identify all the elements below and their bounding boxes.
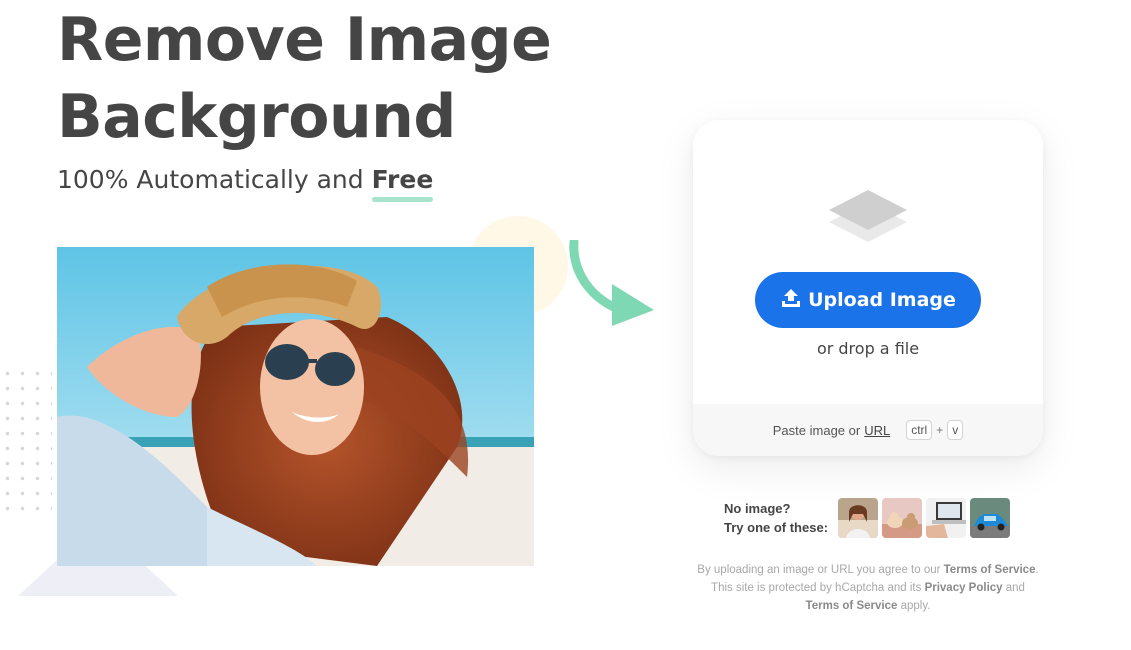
page-title-line1: Remove Image: [57, 5, 552, 75]
subtitle-text: 100% Automatically and: [57, 165, 364, 194]
terms-of-service-link-2[interactable]: Terms of Service: [806, 600, 898, 612]
paste-text: Paste image or: [772, 422, 861, 438]
upload-icon: [780, 287, 802, 314]
legal-text: and: [1005, 582, 1025, 594]
upload-dropzone[interactable]: Upload Image or drop a file: [693, 120, 1043, 404]
paste-bar: Paste image or URL ctrl + v: [693, 404, 1043, 456]
legal-text: apply.: [900, 600, 931, 612]
legal-notice: By uploading an image or URL you agree t…: [682, 561, 1054, 615]
privacy-policy-link[interactable]: Privacy Policy: [925, 582, 1003, 594]
sample-images: No image? Try one of these:: [724, 498, 1014, 538]
legal-line1: By uploading an image or URL you agree t…: [682, 561, 1054, 579]
plus-sign: +: [936, 423, 944, 437]
hero-image: [57, 247, 534, 566]
paste-url-link[interactable]: URL: [864, 423, 890, 438]
subtitle-emphasis: Free: [371, 165, 434, 194]
sample-prompt-line2: Try one of these:: [724, 520, 829, 535]
v-key: v: [947, 420, 964, 440]
terms-of-service-link[interactable]: Terms of Service: [944, 564, 1036, 576]
legal-text: This site is protected by hCaptcha and i…: [711, 582, 922, 594]
upload-card[interactable]: Upload Image or drop a file Paste image …: [693, 120, 1043, 456]
page-title: Remove Image Background: [57, 2, 552, 156]
upload-button-label: Upload Image: [808, 289, 956, 311]
page-title-line2: Background: [57, 82, 456, 152]
upload-image-button[interactable]: Upload Image: [755, 272, 981, 328]
drop-file-text: or drop a file: [816, 339, 920, 358]
sample-thumbnail-animals[interactable]: [882, 498, 923, 538]
legal-text: .: [1035, 564, 1039, 576]
sample-thumbnail-car[interactable]: [970, 498, 1011, 538]
layers-icon: [827, 188, 909, 251]
sample-thumbnail-woman[interactable]: [838, 498, 879, 538]
sample-prompt-line1: No image?: [724, 501, 791, 516]
dot-pattern: [0, 366, 52, 516]
sample-prompt: No image? Try one of these:: [724, 499, 828, 537]
page-subtitle: 100% Automatically and Free: [57, 165, 433, 194]
curved-arrow-icon: [564, 237, 660, 337]
legal-line3: Terms of Service apply.: [682, 597, 1054, 615]
sample-thumbnail-laptop[interactable]: [926, 498, 967, 538]
ctrl-key: ctrl: [906, 420, 933, 440]
legal-line2: This site is protected by hCaptcha and i…: [682, 579, 1054, 597]
legal-text: By uploading an image or URL you agree t…: [697, 564, 941, 576]
